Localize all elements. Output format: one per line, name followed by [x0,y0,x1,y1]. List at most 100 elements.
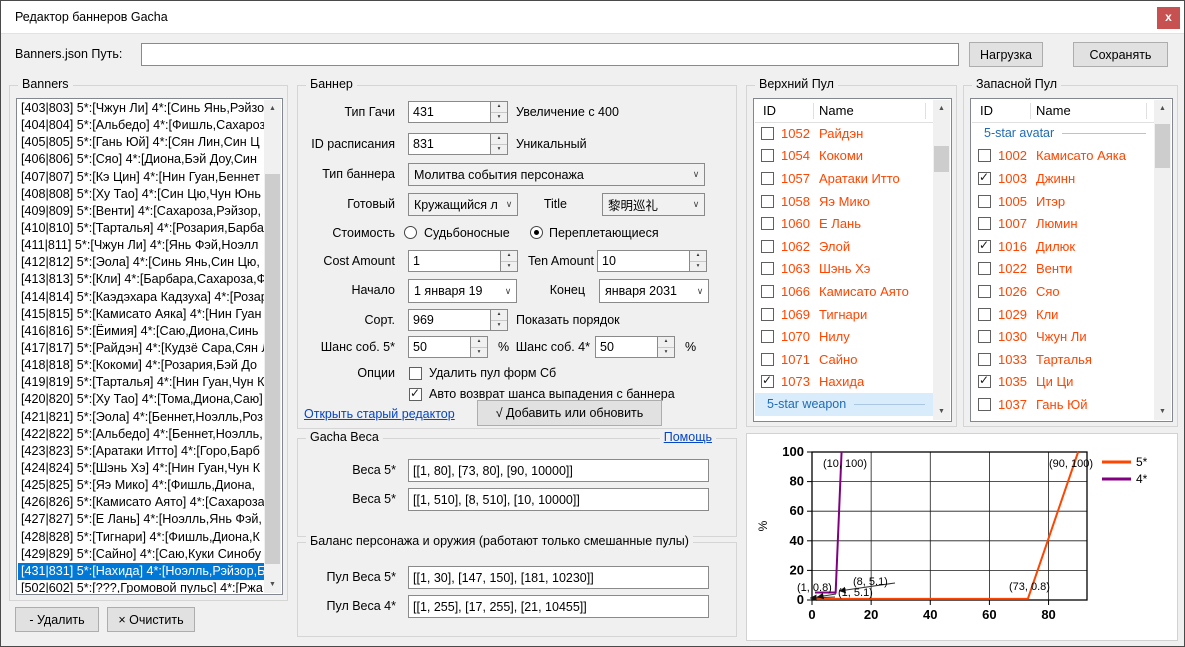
banner-list-item[interactable]: [408|808] 5*:[Ху Тао] 4*:[Син Цю,Чун Юнь [18,186,264,203]
pool-checkbox[interactable] [978,285,991,298]
pool-checkbox[interactable] [761,285,774,298]
banner-list-item[interactable]: [410|810] 5*:[Тарталья] 4*:[Розария,Барб… [18,220,264,237]
banner-list-item[interactable]: [422|822] 5*:[Альбедо] 4*:[Беннет,Ноэлль… [18,426,264,443]
pool-checkbox[interactable] [761,195,774,208]
banner-list-item[interactable]: [413|813] 5*:[Кли] 4*:[Барбара,Сахароза,… [18,271,264,288]
upper-pool-scrollbar[interactable]: ▲ ▼ [933,100,950,420]
pool-checkbox[interactable] [978,240,991,253]
cost-amount-input[interactable] [408,250,501,272]
banner-list-item[interactable]: [423|823] 5*:[Аратаки Итто] 4*:[Горо,Бар… [18,443,264,460]
pool-row[interactable]: 1030Чжун Ли [972,325,1154,348]
pool-row[interactable]: 1038Альбедо [972,416,1154,420]
banner-type-select[interactable]: Молитва события персонажа ∨ [408,163,705,186]
pool-row[interactable]: 1026Сяо [972,280,1154,303]
help-link[interactable]: Помощь [660,430,716,444]
banner-list-item[interactable]: [421|821] 5*:[Эола] 4*:[Беннет,Ноэлль,Ро… [18,409,264,426]
pool-weights4-input[interactable] [408,595,709,618]
scroll-down-icon[interactable]: ▼ [1154,403,1171,420]
pool-row[interactable]: 1054Кокоми [755,145,933,168]
banner-list-item[interactable]: [409|809] 5*:[Венти] 4*:[Сахароза,Рэйзор… [18,203,264,220]
pool-checkbox[interactable] [761,149,774,162]
remove-pool-checkbox[interactable] [409,367,422,380]
pool-checkbox[interactable] [761,127,774,140]
banner-list-item[interactable]: [417|817] 5*:[Райдэн] 4*:[Кудзё Сара,Сян… [18,340,264,357]
pool-checkbox[interactable] [761,330,774,343]
banner-list-item[interactable]: [412|812] 5*:[Эола] 4*:[Синь Янь,Син Цю, [18,254,264,271]
pool-checkbox[interactable] [978,330,991,343]
banner-list-item[interactable]: [429|829] 5*:[Сайно] 4*:[Саю,Куки Синобу [18,546,264,563]
pool-row[interactable]: 11501Меч Сокола [755,416,933,420]
sort-input[interactable] [408,309,491,331]
pool-checkbox[interactable] [978,217,991,230]
chance5-spinner[interactable]: ▴▾ [471,336,488,358]
pool-row[interactable]: 1035Ци Ци [972,371,1154,394]
apply-button[interactable]: √ Добавить или обновить [477,400,662,426]
scroll-thumb[interactable] [1155,124,1170,168]
pool-checkbox[interactable] [978,149,991,162]
pool-checkbox[interactable] [761,353,774,366]
banner-list-item[interactable]: [403|803] 5*:[Чжун Ли] 4*:[Синь Янь,Рэйз… [18,100,264,117]
banner-list-item[interactable]: [419|819] 5*:[Тарталья] 4*:[Нин Гуан,Чун… [18,374,264,391]
pool-checkbox[interactable] [978,308,991,321]
scroll-down-icon[interactable]: ▼ [264,576,281,593]
pool-checkbox[interactable] [978,172,991,185]
ten-amount-input[interactable] [597,250,690,272]
pool-row[interactable]: 1062Элой [755,235,933,258]
gacha-type-input[interactable] [408,101,491,123]
pool-checkbox[interactable] [761,262,774,275]
close-button[interactable]: x [1157,7,1180,29]
pool-row[interactable]: 1037Гань Юй [972,393,1154,416]
fallback-pool-scrollbar[interactable]: ▲ ▼ [1154,100,1171,420]
schedule-id-spinner[interactable]: ▴▾ [491,133,508,155]
pool-row[interactable]: 1007Люмин [972,212,1154,235]
pool-row[interactable]: 1002Камисато Аяка [972,145,1154,168]
pool-checkbox[interactable] [761,375,774,388]
banner-list-item[interactable]: [416|816] 5*:[Ёимия] 4*:[Саю,Диона,Синь [18,323,264,340]
scroll-down-icon[interactable]: ▼ [933,403,950,420]
end-date-select[interactable]: января 2031 ∨ [599,279,709,303]
pool-row[interactable]: 1060Е Лань [755,212,933,235]
pool-row[interactable]: 1029Кли [972,303,1154,326]
banner-list-item[interactable]: [425|825] 5*:[Яэ Мико] 4*:[Фишль,Диона, [18,477,264,494]
pool-checkbox[interactable] [978,375,991,388]
banner-list-item[interactable]: [502|602] 5*:[???,Громовой пульс] 4*:[Рж… [18,580,264,593]
scroll-up-icon[interactable]: ▲ [933,100,950,117]
weights5-input[interactable] [408,459,709,482]
cost-radio-intertwined[interactable] [530,226,543,239]
banner-list-item[interactable]: [407|807] 5*:[Кэ Цин] 4*:[Нин Гуан,Бенне… [18,169,264,186]
pool-checkbox[interactable] [761,240,774,253]
scroll-up-icon[interactable]: ▲ [264,100,281,117]
banner-list-item[interactable]: [406|806] 5*:[Сяо] 4*:[Диона,Бэй Доу,Син [18,151,264,168]
pool-checkbox[interactable] [761,308,774,321]
pool-checkbox[interactable] [978,353,991,366]
cost-radio-fateful[interactable] [404,226,417,239]
banners-scrollbar[interactable]: ▲ ▼ [264,100,281,593]
banner-list-item[interactable]: [411|811] 5*:[Чжун Ли] 4*:[Янь Фэй,Ноэлл [18,237,264,254]
pool-row[interactable]: 1070Нилу [755,325,933,348]
pool-row[interactable]: 1071Сайно [755,348,933,371]
auto-return-checkbox[interactable] [409,388,422,401]
scroll-thumb[interactable] [265,174,280,564]
open-old-editor-link[interactable]: Открыть старый редактор [304,407,455,421]
pool-row[interactable]: 1069Тигнари [755,303,933,326]
pool-checkbox[interactable] [978,262,991,275]
chance4-input[interactable] [595,336,658,358]
banner-list-item[interactable]: [414|814] 5*:[Каэдэхара Кадзуха] 4*:[Роз… [18,289,264,306]
delete-banner-button[interactable]: - Удалить [15,607,99,632]
pool-row[interactable]: 1033Тарталья [972,348,1154,371]
path-input[interactable] [141,43,959,66]
clear-banners-button[interactable]: × Очистить [107,607,195,632]
sort-spinner[interactable]: ▴▾ [491,309,508,331]
save-button[interactable]: Сохранять [1073,42,1168,67]
pool-row[interactable]: 1052Райдэн [755,122,933,145]
banner-list-item[interactable]: [428|828] 5*:[Тигнари] 4*:[Фишль,Диона,К [18,529,264,546]
chance5-input[interactable] [408,336,471,358]
pool-weights5-input[interactable] [408,566,709,589]
pool-row[interactable]: 1022Венти [972,258,1154,281]
scroll-thumb[interactable] [934,146,949,172]
pool-row[interactable]: 1057Аратаки Итто [755,167,933,190]
banner-list-item[interactable]: [415|815] 5*:[Камисато Аяка] 4*:[Нин Гуа… [18,306,264,323]
scroll-up-icon[interactable]: ▲ [1154,100,1171,117]
ten-amount-spinner[interactable]: ▴▾ [690,250,707,272]
pool-checkbox[interactable] [978,398,991,411]
